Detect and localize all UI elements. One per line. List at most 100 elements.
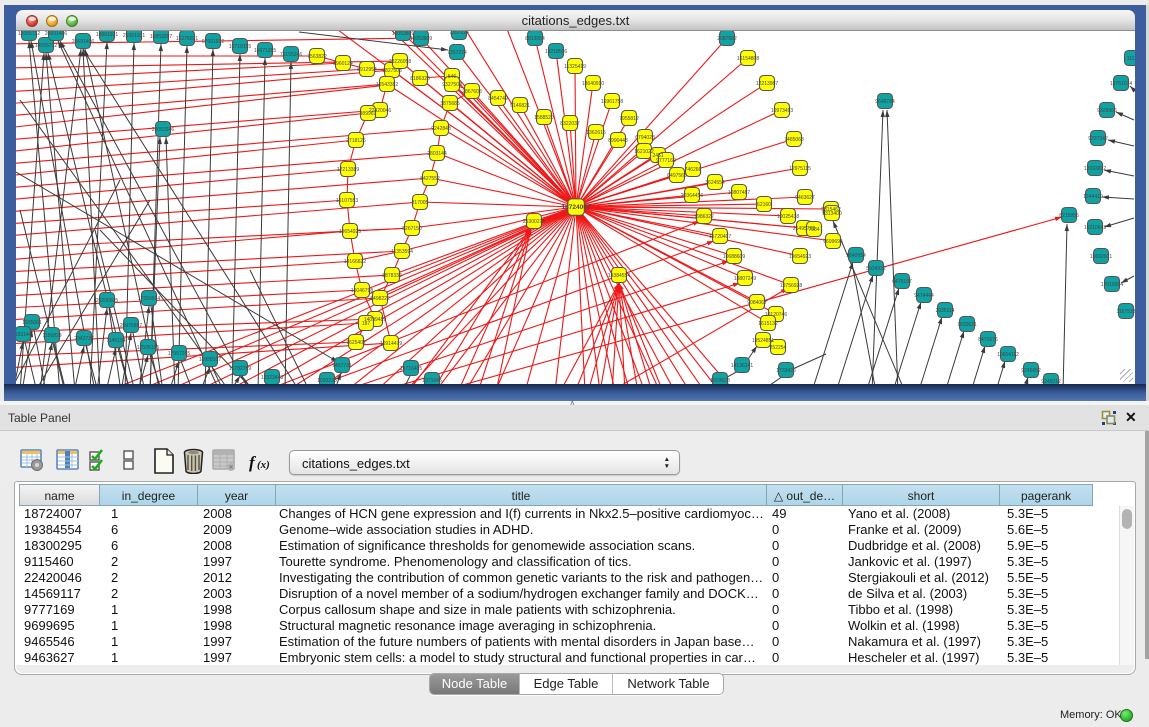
svg-text:16782759: 16782759 — [229, 366, 251, 372]
svg-text:14136141: 14136141 — [731, 363, 753, 369]
svg-text:20364456: 20364456 — [681, 193, 703, 199]
svg-text:1640954: 1640954 — [846, 253, 866, 259]
svg-text:23226058: 23226058 — [389, 59, 411, 65]
svg-text:7955812: 7955812 — [619, 116, 639, 122]
svg-text:10688609: 10688609 — [723, 254, 745, 260]
svg-text:5934922: 5934922 — [866, 266, 886, 272]
svg-text:16053809: 16053809 — [410, 36, 432, 42]
svg-text:7625402: 7625402 — [346, 340, 366, 346]
svg-text:12923448: 12923448 — [261, 375, 283, 381]
svg-text:17016504: 17016504 — [1101, 282, 1123, 288]
svg-text:10807487: 10807487 — [728, 190, 750, 196]
svg-text:8960124: 8960124 — [333, 61, 353, 67]
svg-text:16046798: 16046798 — [351, 288, 373, 294]
svg-text:7357224: 7357224 — [449, 31, 469, 36]
svg-text:16914479: 16914479 — [380, 341, 402, 347]
svg-text:17359924: 17359924 — [138, 296, 160, 302]
svg-text:15276021: 15276021 — [176, 36, 198, 42]
svg-text:11353594: 11353594 — [391, 249, 413, 255]
svg-text:18807249: 18807249 — [734, 276, 756, 282]
svg-text:12093822: 12093822 — [1084, 166, 1106, 172]
svg-text:9329966: 9329966 — [1097, 108, 1117, 114]
svg-text:8878332: 8878332 — [382, 273, 402, 279]
svg-text:1093238: 1093238 — [317, 378, 337, 384]
svg-text:12055712: 12055712 — [18, 31, 40, 37]
svg-text:9327508: 9327508 — [442, 82, 462, 88]
svg-text:15716485: 15716485 — [400, 366, 422, 372]
svg-text:546: 546 — [448, 74, 457, 80]
svg-text:9245012: 9245012 — [1041, 379, 1061, 384]
svg-text:7632621: 7632621 — [957, 322, 977, 328]
svg-text:9699695: 9699695 — [823, 239, 843, 245]
svg-text:1621022: 1621022 — [634, 149, 654, 155]
svg-text:9313400: 9313400 — [822, 211, 842, 217]
svg-text:8498222: 8498222 — [370, 296, 390, 302]
svg-text:1117: 1117 — [1127, 56, 1135, 62]
svg-text:19524851: 19524851 — [752, 338, 774, 344]
svg-text:7357224: 7357224 — [447, 50, 467, 56]
svg-text:25300275: 25300275 — [523, 219, 545, 225]
svg-text:18724007: 18724007 — [562, 204, 591, 211]
svg-text:16210643: 16210643 — [1084, 225, 1106, 231]
svg-text:9245652: 9245652 — [1021, 368, 1041, 374]
svg-text:8471676: 8471676 — [978, 337, 998, 343]
svg-text:19166822: 19166822 — [344, 259, 366, 265]
svg-text:f: f — [249, 453, 257, 472]
svg-text:10120746: 10120746 — [765, 312, 787, 318]
svg-text:6794028: 6794028 — [635, 135, 655, 141]
svg-text:12975115: 12975115 — [789, 166, 811, 172]
svg-text:19756928: 19756928 — [780, 283, 802, 289]
svg-text:19654925: 19654925 — [339, 229, 361, 235]
svg-text:2803144: 2803144 — [427, 151, 447, 157]
svg-text:8912954: 8912954 — [357, 67, 377, 73]
svg-text:16543382: 16543382 — [376, 82, 398, 88]
svg-text:9827503: 9827503 — [382, 68, 402, 74]
svg-text:2718126: 2718126 — [346, 138, 366, 144]
svg-text:10025438: 10025438 — [777, 214, 799, 220]
svg-text:12213987: 12213987 — [756, 81, 778, 87]
svg-text:1362615: 1362615 — [586, 130, 606, 136]
svg-text:8267150: 8267150 — [402, 226, 422, 232]
svg-text:817005: 817005 — [412, 200, 429, 206]
svg-text:1733426: 1733426 — [776, 368, 796, 374]
svg-text:1615132: 1615132 — [758, 321, 778, 327]
svg-text:(x): (x) — [257, 459, 270, 471]
svg-text:7563822: 7563822 — [307, 54, 327, 60]
svg-text:1145194: 1145194 — [106, 338, 125, 344]
svg-text:2867608: 2867608 — [462, 89, 482, 95]
svg-text:9084067: 9084067 — [747, 300, 767, 306]
svg-text:20691406: 20691406 — [72, 39, 94, 45]
svg-text:6479197: 6479197 — [892, 279, 912, 285]
svg-text:1371645: 1371645 — [422, 378, 442, 384]
svg-text:16107553: 16107553 — [336, 198, 358, 204]
svg-text:3624554: 3624554 — [705, 180, 725, 186]
svg-text:16671355: 16671355 — [254, 48, 276, 54]
svg-text:16961758: 16961758 — [601, 99, 623, 105]
svg-text:15692971: 15692971 — [1090, 254, 1112, 260]
svg-text:20053346: 20053346 — [152, 127, 174, 133]
svg-text:1167533: 1167533 — [1116, 309, 1135, 315]
svg-text:20691406: 20691406 — [45, 31, 67, 37]
svg-text:17957255: 17957255 — [168, 351, 190, 357]
svg-text:8427552: 8427552 — [420, 176, 440, 182]
svg-text:21061931: 21061931 — [123, 33, 145, 39]
svg-text:9648784: 9648784 — [875, 99, 895, 105]
svg-text:1503628: 1503628 — [710, 378, 730, 384]
svg-text:193144: 193144 — [16, 332, 32, 338]
svg-text:14055712: 14055712 — [35, 43, 57, 49]
svg-text:75155246: 75155246 — [280, 52, 302, 58]
svg-text:7984: 7984 — [808, 227, 819, 233]
svg-text:9146821: 9146821 — [510, 103, 530, 109]
svg-text:2087682: 2087682 — [717, 36, 737, 42]
svg-text:1588520: 1588520 — [534, 115, 554, 121]
svg-text:67661602: 67661602 — [202, 39, 224, 45]
svg-text:19218506: 19218506 — [545, 49, 567, 55]
svg-text:8813054: 8813054 — [525, 36, 545, 42]
svg-text:20975887: 20975887 — [120, 323, 142, 329]
svg-text:9457791: 9457791 — [332, 363, 352, 369]
svg-text:6497568: 6497568 — [667, 173, 687, 179]
svg-text:989961: 989961 — [360, 111, 377, 117]
svg-text:10654112: 10654112 — [997, 352, 1019, 358]
svg-text:19861931: 19861931 — [96, 32, 118, 38]
svg-text:9463627: 9463627 — [795, 195, 815, 201]
